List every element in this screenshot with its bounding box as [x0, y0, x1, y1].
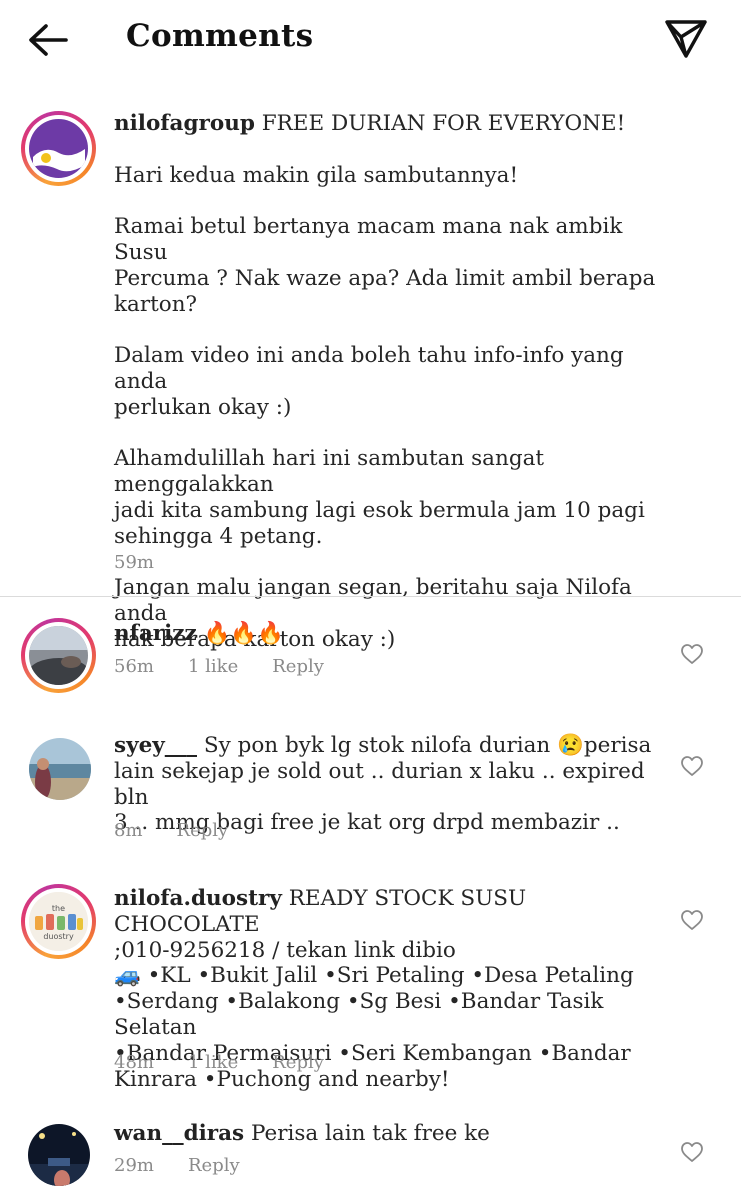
heart-icon[interactable]: [680, 643, 704, 665]
timestamp: 29m: [114, 1155, 154, 1176]
comment-meta: 8m Reply: [114, 820, 262, 841]
caption-text: nilofagroup FREE DURIAN FOR EVERYONE! Ha…: [114, 111, 674, 653]
timestamp: 59m: [114, 552, 154, 573]
comment-body: wan__diras Perisa lain tak free ke: [114, 1121, 674, 1147]
username[interactable]: nilofagroup: [114, 111, 255, 136]
profile-photo: [28, 1124, 90, 1186]
timestamp: 56m: [114, 656, 154, 677]
reply-button[interactable]: Reply: [188, 1155, 240, 1176]
username[interactable]: nilofa.duostry: [114, 886, 282, 911]
heart-icon[interactable]: [680, 1141, 704, 1163]
profile-photo: [29, 738, 91, 800]
timestamp: 48m: [114, 1052, 154, 1073]
username[interactable]: syey___: [114, 733, 197, 758]
header-bar: Comments: [0, 0, 741, 80]
back-arrow-icon[interactable]: [26, 22, 70, 58]
comment-text: Perisa lain tak free ke: [250, 1121, 490, 1146]
comment-meta: 48m 1 like Reply: [114, 1052, 358, 1073]
nilofa-logo: [29, 119, 88, 178]
reply-button[interactable]: Reply: [272, 1052, 324, 1073]
caption-meta: 59m: [114, 552, 188, 573]
likes-count[interactable]: 1 like: [188, 656, 238, 677]
comment-text: 🔥🔥🔥: [203, 621, 284, 646]
avatar[interactable]: the duostry: [21, 884, 96, 959]
comment-meta: 56m 1 like Reply: [114, 656, 358, 677]
profile-photo: [29, 626, 88, 685]
username[interactable]: wan__diras: [114, 1121, 244, 1146]
svg-text:duostry: duostry: [43, 932, 74, 941]
send-icon[interactable]: [664, 18, 708, 60]
avatar[interactable]: [21, 618, 96, 693]
likes-count[interactable]: 1 like: [188, 1052, 238, 1073]
timestamp: 8m: [114, 820, 143, 841]
svg-text:the: the: [52, 904, 65, 913]
avatar[interactable]: [28, 1124, 90, 1186]
avatar[interactable]: [21, 111, 96, 186]
duostry-logo: the duostry: [29, 892, 88, 951]
comment-meta: 29m Reply: [114, 1155, 274, 1176]
divider: [0, 596, 741, 597]
reply-button[interactable]: Reply: [272, 656, 324, 677]
page-title: Comments: [126, 18, 314, 54]
username[interactable]: nfarizz: [114, 621, 197, 646]
heart-icon[interactable]: [680, 909, 704, 931]
comment-text: FREE DURIAN FOR EVERYONE! Hari kedua mak…: [114, 111, 656, 652]
comment-body: nfarizz 🔥🔥🔥: [114, 621, 674, 647]
reply-button[interactable]: Reply: [177, 820, 229, 841]
avatar[interactable]: [29, 738, 91, 800]
heart-icon[interactable]: [680, 755, 704, 777]
